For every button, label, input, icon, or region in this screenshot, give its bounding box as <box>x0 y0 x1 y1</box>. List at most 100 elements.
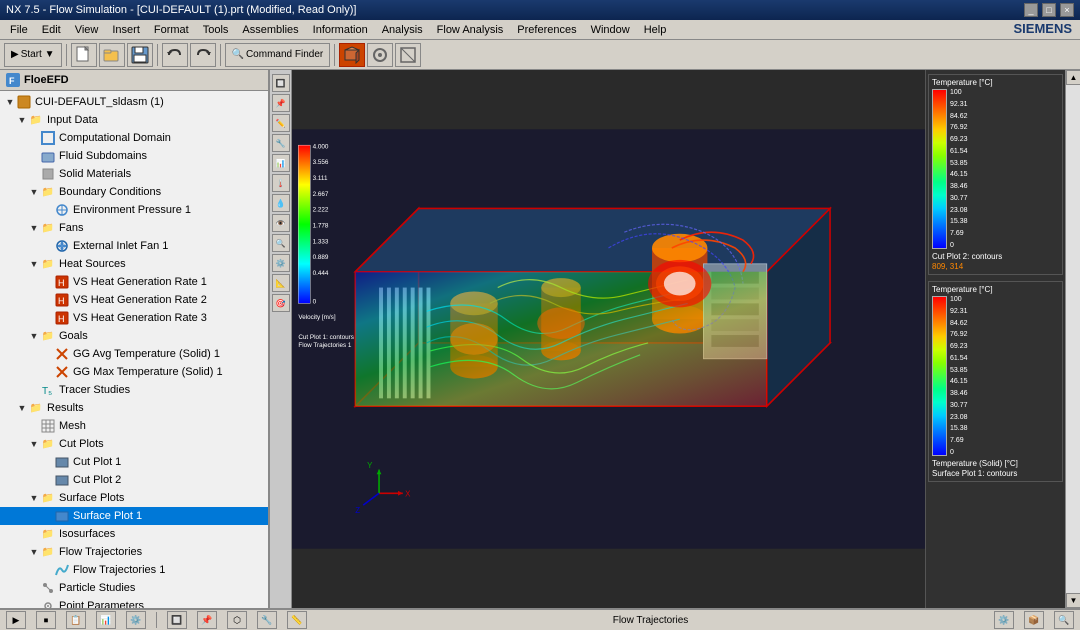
panel-icon: F <box>6 73 20 87</box>
viewport-scrollbar[interactable]: ▲ ▼ <box>1065 70 1080 608</box>
heat-folder-icon: 📁 <box>40 256 56 272</box>
rotate-button[interactable] <box>367 43 393 67</box>
status-icon10[interactable]: 📏 <box>287 611 307 629</box>
status-icon8[interactable]: ⬡ <box>227 611 247 629</box>
menu-view[interactable]: View <box>69 22 105 38</box>
svg-text:T₅: T₅ <box>42 386 52 397</box>
tree-item-gg-avg[interactable]: GG Avg Temperature (Solid) 1 <box>0 345 268 363</box>
tree-container[interactable]: ▼ CUI-DEFAULT_sldasm (1) ▼ 📁 Input Data <box>0 91 268 608</box>
tree-item-vs-heat2[interactable]: H VS Heat Generation Rate 2 <box>0 291 268 309</box>
status-icon7[interactable]: 📌 <box>197 611 217 629</box>
sidebar-icon9[interactable]: 🔍 <box>272 234 290 252</box>
tree-item-cut-plot2[interactable]: Cut Plot 2 <box>0 471 268 489</box>
sidebar-icon7[interactable]: 💧 <box>272 194 290 212</box>
close-button[interactable]: × <box>1060 3 1074 17</box>
tree-item-boundary[interactable]: ▼ 📁 Boundary Conditions <box>0 183 268 201</box>
tree-item-env-pressure[interactable]: Environment Pressure 1 <box>0 201 268 219</box>
tree-item-solid-mat[interactable]: Solid Materials <box>0 165 268 183</box>
tree-item-comp-domain[interactable]: Computational Domain <box>0 129 268 147</box>
status-icon3[interactable]: 📋 <box>66 611 86 629</box>
toolbar-sep3 <box>220 44 221 66</box>
menu-insert[interactable]: Insert <box>106 22 146 38</box>
tree-root[interactable]: ▼ CUI-DEFAULT_sldasm (1) <box>0 93 268 111</box>
undo-icon <box>166 46 184 64</box>
minimize-button[interactable]: _ <box>1024 3 1038 17</box>
tree-item-vs-heat3[interactable]: H VS Heat Generation Rate 3 <box>0 309 268 327</box>
menu-help[interactable]: Help <box>638 22 673 38</box>
status-icon9[interactable]: 🔧 <box>257 611 277 629</box>
undo-button[interactable] <box>162 43 188 67</box>
status-icon2[interactable]: ⏹ <box>36 611 56 629</box>
svg-text:X: X <box>405 489 411 498</box>
menu-flow-analysis[interactable]: Flow Analysis <box>431 22 510 38</box>
tree-item-fluid-sub[interactable]: Fluid Subdomains <box>0 147 268 165</box>
status-right-icon2[interactable]: 📦 <box>1024 611 1044 629</box>
menu-analysis[interactable]: Analysis <box>376 22 429 38</box>
new-button[interactable] <box>71 43 97 67</box>
sidebar-icon5[interactable]: 📊 <box>272 154 290 172</box>
maximize-button[interactable]: □ <box>1042 3 1056 17</box>
tree-item-flow-traj[interactable]: ▼ 📁 Flow Trajectories <box>0 543 268 561</box>
titlebar-title: NX 7.5 - Flow Simulation - [CUI-DEFAULT … <box>6 4 356 16</box>
sidebar-icon2[interactable]: 📌 <box>272 94 290 112</box>
menu-tools[interactable]: Tools <box>197 22 235 38</box>
scroll-up-button[interactable]: ▲ <box>1066 70 1080 85</box>
view3d-button[interactable] <box>339 43 365 67</box>
tree-item-tracer[interactable]: T₅ Tracer Studies <box>0 381 268 399</box>
tree-item-particle[interactable]: Particle Studies <box>0 579 268 597</box>
sidebar-icon8[interactable]: 👁️ <box>272 214 290 232</box>
sidebar-icon4[interactable]: 🔧 <box>272 134 290 152</box>
viewport-area[interactable]: ▲ ▼ <box>292 70 1080 608</box>
tree-item-ext-fan[interactable]: External Inlet Fan 1 <box>0 237 268 255</box>
tree-item-input-data[interactable]: ▼ 📁 Input Data <box>0 111 268 129</box>
status-right-icon3[interactable]: 🔍 <box>1054 611 1074 629</box>
status-icon1[interactable]: ▶ <box>6 611 26 629</box>
tree-item-heat-src[interactable]: ▼ 📁 Heat Sources <box>0 255 268 273</box>
status-icon5[interactable]: ⚙️ <box>126 611 146 629</box>
tree-item-results[interactable]: ▼ 📁 Results <box>0 399 268 417</box>
tree-item-surface-plots[interactable]: ▼ 📁 Surface Plots <box>0 489 268 507</box>
tree-item-vs-heat1[interactable]: H VS Heat Generation Rate 1 <box>0 273 268 291</box>
command-finder-icon: 🔍 <box>232 49 244 60</box>
start-button[interactable]: ▶ Start ▼ <box>4 43 62 67</box>
status-icon6[interactable]: 🔲 <box>167 611 187 629</box>
menu-window[interactable]: Window <box>585 22 636 38</box>
tree-item-surface-plot1[interactable]: Surface Plot 1 <box>0 507 268 525</box>
tree-item-flow-traj1[interactable]: Flow Trajectories 1 <box>0 561 268 579</box>
tree-item-goals[interactable]: ▼ 📁 Goals <box>0 327 268 345</box>
open-button[interactable] <box>99 43 125 67</box>
menu-file[interactable]: File <box>4 22 34 38</box>
save-button[interactable] <box>127 43 153 67</box>
left-panel: F FloeEFD ▼ CUI-DEFAULT_sldasm (1) ▼ 📁 I… <box>0 70 270 608</box>
redo-button[interactable] <box>190 43 216 67</box>
sidebar-icon12[interactable]: 🎯 <box>272 294 290 312</box>
simulation-viewport[interactable]: X Y Z 4.000 3.556 3.111 <box>292 70 925 608</box>
sidebar-icon10[interactable]: ⚙️ <box>272 254 290 272</box>
sidebar-icon3[interactable]: ✏️ <box>272 114 290 132</box>
tree-item-cut-plot1[interactable]: Cut Plot 1 <box>0 453 268 471</box>
tree-item-fans[interactable]: ▼ 📁 Fans <box>0 219 268 237</box>
tree-item-gg-max[interactable]: GG Max Temperature (Solid) 1 <box>0 363 268 381</box>
scroll-down-button[interactable]: ▼ <box>1066 593 1080 608</box>
sidebar-icon1[interactable]: 🔲 <box>272 74 290 92</box>
wire-button[interactable] <box>395 43 421 67</box>
menu-information[interactable]: Information <box>307 22 374 38</box>
svg-text:3.111: 3.111 <box>313 175 328 182</box>
sidebar-icon11[interactable]: 📐 <box>272 274 290 292</box>
menu-format[interactable]: Format <box>148 22 195 38</box>
surface-plots-icon: 📁 <box>40 490 56 506</box>
tree-item-isosurfaces[interactable]: 📁 Isosurfaces <box>0 525 268 543</box>
tree-item-point-params[interactable]: Point Parameters <box>0 597 268 608</box>
tree-item-mesh[interactable]: Mesh <box>0 417 268 435</box>
sidebar-icon6[interactable]: 🌡️ <box>272 174 290 192</box>
menu-edit[interactable]: Edit <box>36 22 67 38</box>
status-icon4[interactable]: 📊 <box>96 611 116 629</box>
menu-preferences[interactable]: Preferences <box>511 22 582 38</box>
tree-item-cut-plots[interactable]: ▼ 📁 Cut Plots <box>0 435 268 453</box>
menu-assemblies[interactable]: Assemblies <box>236 22 304 38</box>
window-controls[interactable]: _ □ × <box>1024 3 1074 17</box>
cut-plots-icon: 📁 <box>40 436 56 452</box>
coord-label: 809, 314 <box>932 262 1059 271</box>
command-finder-button[interactable]: 🔍 Command Finder <box>225 43 331 67</box>
status-right-icon1[interactable]: ⚙️ <box>994 611 1014 629</box>
